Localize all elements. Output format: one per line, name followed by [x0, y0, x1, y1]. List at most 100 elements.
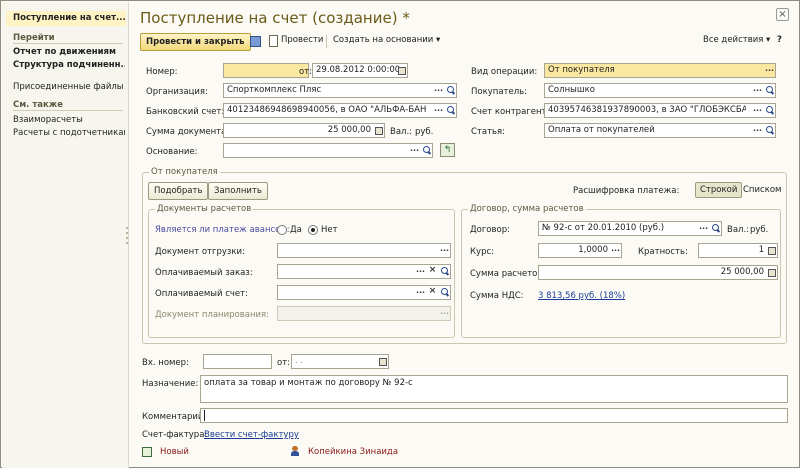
calculator-icon[interactable] — [766, 266, 777, 279]
article-field[interactable]: Оплата от покупателей... — [544, 123, 776, 138]
advance-yes-radio[interactable] — [277, 225, 287, 235]
search-icon[interactable] — [421, 144, 432, 157]
organization-label: Организация: — [146, 87, 208, 97]
select-dots-icon[interactable]: ... — [415, 286, 426, 299]
bank-account-field[interactable]: 40123486948698940056, в ОАО "АЛЬФА-БАНК"… — [223, 103, 457, 118]
invoice-label: Счет-фактура: — [142, 430, 208, 440]
fill-button[interactable]: Заполнить — [208, 182, 268, 200]
user-icon — [290, 446, 300, 456]
planning-doc-label: Документ планирования: — [155, 310, 270, 320]
contract-currency-value: руб. — [750, 225, 769, 235]
document-form: Поступление на счет (создание) * × Прове… — [130, 2, 800, 468]
comment-field[interactable] — [200, 408, 788, 423]
calendar-icon[interactable] — [377, 355, 388, 368]
select-dots-icon[interactable]: ... — [752, 124, 763, 137]
select-dots-icon[interactable]: ... — [433, 104, 444, 117]
sidebar-item-settlements[interactable]: Взаиморасчеты — [13, 115, 125, 125]
doc-sum-field[interactable]: 25 000,00 — [223, 123, 385, 138]
search-icon[interactable] — [439, 286, 450, 299]
number-label: Номер: — [146, 67, 178, 77]
select-dots-icon[interactable]: ... — [433, 84, 444, 97]
paid-order-label: Оплачиваемый заказ: — [155, 268, 253, 278]
status-area — [142, 447, 152, 458]
currency-value: руб. — [415, 127, 434, 137]
select-dots-icon[interactable]: ... — [439, 244, 450, 257]
calculator-icon[interactable] — [766, 244, 777, 257]
sidebar-item-attached-files[interactable]: Присоединенные файлы — [13, 82, 125, 92]
vat-sum-link[interactable]: 3 813,56 руб. (18%) — [538, 291, 625, 301]
shipment-doc-label: Документ отгрузки: — [155, 247, 245, 257]
paid-invoice-label: Оплачиваемый счет: — [155, 289, 248, 299]
all-actions-button[interactable]: Все действия ▾ — [703, 35, 770, 45]
purpose-field[interactable]: оплата за товар и монтаж по договору № 9… — [200, 375, 788, 403]
search-icon[interactable] — [445, 84, 456, 97]
floppy-icon[interactable] — [250, 36, 261, 47]
buyer-field[interactable]: Солнышко... — [544, 83, 776, 98]
select-dots-icon[interactable]: ... — [752, 84, 763, 97]
post-icon — [269, 35, 278, 47]
close-icon[interactable]: × — [776, 8, 789, 21]
pick-button[interactable]: Подобрать — [148, 182, 209, 200]
incoming-number-field[interactable] — [203, 354, 272, 369]
search-icon[interactable] — [445, 104, 456, 117]
contract-label: Договор: — [470, 225, 510, 235]
toggle-by-line[interactable]: Строкой — [695, 182, 743, 198]
help-button[interactable]: ? — [777, 35, 782, 45]
select-dots-icon[interactable]: ... — [409, 144, 420, 157]
paid-order-field[interactable]: ... × — [277, 264, 451, 279]
contract-field[interactable]: № 92-с от 20.01.2010 (руб.)... — [538, 221, 722, 236]
calculator-icon[interactable] — [373, 124, 384, 137]
date-field[interactable]: 29.08.2012 0:00:00 — [312, 63, 408, 78]
basis-field[interactable]: ... — [223, 143, 433, 158]
sidebar-item-accountables[interactable]: Расчеты с подотчетниками — [13, 128, 125, 138]
select-dots-icon[interactable]: ... — [764, 64, 775, 77]
rate-field[interactable]: 1,0000... — [538, 243, 622, 258]
purpose-label: Назначение: — [142, 379, 199, 389]
incoming-date-from-label: от: — [277, 358, 291, 368]
clear-icon[interactable]: × — [427, 286, 438, 299]
settlement-sum-field[interactable]: 25 000,00 — [538, 265, 778, 280]
navigation-sidebar: Поступление на счет... Перейти Отчет по … — [2, 2, 129, 468]
number-field[interactable] — [223, 63, 309, 78]
operation-type-field[interactable]: От покупателя... — [544, 63, 776, 78]
sidebar-item-movements[interactable]: Отчет по движениям — [13, 47, 125, 57]
select-dots-icon[interactable]: ... — [752, 104, 763, 117]
counterparty-account-field[interactable]: 40395746381937890003, в ЗАО "ГЛОБЭКСБАНК… — [544, 103, 776, 118]
sidebar-item-structure[interactable]: Структура подчиненн... — [13, 60, 125, 70]
organization-field[interactable]: Спорткомплекс Пляс... — [223, 83, 457, 98]
search-icon[interactable] — [764, 104, 775, 117]
select-dots-icon[interactable]: ... — [415, 265, 426, 278]
advance-no-radio[interactable] — [308, 225, 318, 235]
search-icon[interactable] — [439, 265, 450, 278]
search-icon[interactable] — [764, 124, 775, 137]
select-dots-icon[interactable]: ... — [698, 222, 709, 235]
bank-account-label: Банковский счет: — [146, 107, 225, 117]
create-based-on-button[interactable]: Создать на основании ▾ — [333, 35, 440, 45]
advance-yes-label: Да — [290, 225, 302, 235]
document-status-icon — [142, 447, 152, 457]
fill-basis-icon[interactable]: ↰ — [440, 143, 455, 157]
sidebar-header-see-also: См. также — [13, 100, 64, 110]
operation-type-label: Вид операции: — [471, 67, 538, 77]
planning-doc-field: ... — [277, 306, 451, 321]
contract-group: Договор, сумма расчетов Договор: № 92-с … — [461, 204, 781, 338]
post-button[interactable]: Провести — [281, 35, 323, 45]
select-dots-icon[interactable]: ... — [610, 244, 621, 257]
search-icon[interactable] — [764, 84, 775, 97]
incoming-date-field[interactable]: . . — [291, 354, 389, 369]
doc-sum-label: Сумма документа: — [146, 127, 230, 137]
sidebar-item-current[interactable]: Поступление на счет... — [6, 11, 126, 26]
post-and-close-button[interactable]: Провести и закрыть — [140, 33, 251, 51]
enter-invoice-link[interactable]: Ввести счет-фактуру — [204, 430, 299, 440]
search-icon[interactable] — [710, 222, 721, 235]
clear-icon[interactable]: × — [427, 265, 438, 278]
calendar-icon[interactable] — [396, 64, 407, 77]
shipment-doc-field[interactable]: ... — [277, 243, 451, 258]
contract-group-title: Договор, сумма расчетов — [468, 204, 586, 214]
vat-sum-label: Сумма НДС: — [470, 291, 524, 301]
settlement-sum-label: Сумма расчетов: — [470, 269, 546, 279]
multiplicity-field[interactable]: 1 — [698, 243, 778, 258]
toggle-by-list[interactable]: Списком — [738, 182, 786, 198]
paid-invoice-field[interactable]: ... × — [277, 285, 451, 300]
all-actions-label: Все действия — [703, 35, 764, 45]
